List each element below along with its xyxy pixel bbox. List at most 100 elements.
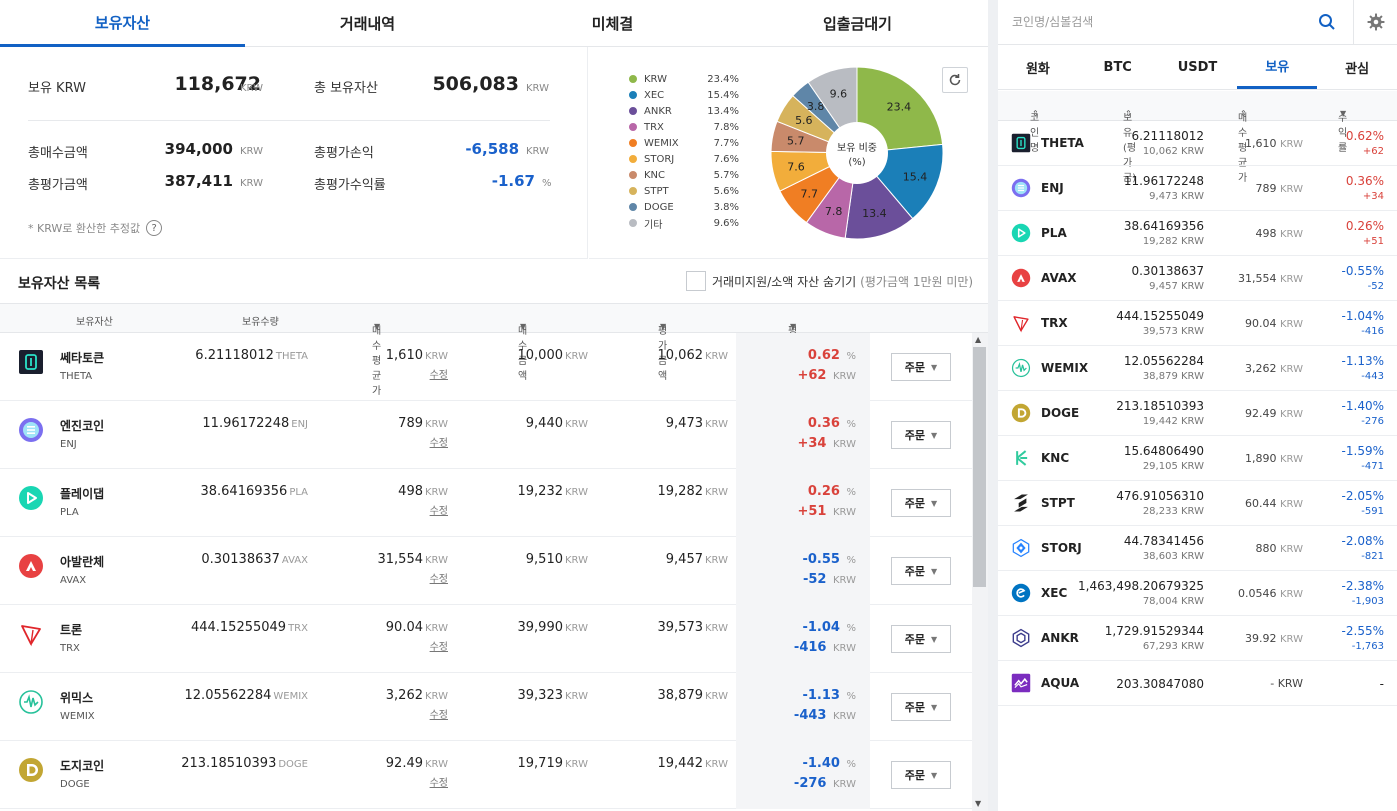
holdings-scrollbar[interactable]: ▲ ▼ (972, 333, 988, 811)
profit-rate: -1.04 % (736, 620, 856, 635)
legend-name: DOGE (644, 201, 674, 213)
coin-return-amount: -276 (1361, 416, 1384, 427)
coin-row[interactable]: STORJ 44.78341456 38,603 KRW 880 KRW -2.08% -… (998, 526, 1397, 571)
holding-row[interactable]: 엔진코인 ENJ 11.96172248 ENJ 789 KRW 수정 9,440 KRW 9,4… (0, 401, 972, 469)
unit-label: KRW (1181, 371, 1204, 382)
coin-row[interactable]: PLA 38.64169356 19,282 KRW 498 KRW 0.26% +51 (998, 211, 1397, 256)
holdings-list-header: 보유자산 목록 거래미지원/소액 자산 숨기기 (평가금액 1만원 미만) (0, 260, 988, 304)
tab-pending[interactable]: 미체결 (490, 0, 735, 46)
coin-row[interactable]: XEC 1,463,498.20679325 78,004 KRW 0.0546 KR… (998, 571, 1397, 616)
holding-pie-chart: 23.415.413.47.87.77.65.75.63.89.6보유 비중(%… (770, 66, 944, 240)
tab-owned[interactable]: 보유 (1237, 45, 1318, 89)
hide-small-assets-option[interactable]: 거래미지원/소액 자산 숨기기 (평가금액 1만원 미만) (686, 271, 973, 291)
edit-avg-link[interactable]: 수정 (400, 638, 448, 653)
unit-label: KRW (705, 691, 728, 702)
unit-label: KRW (425, 419, 448, 430)
coin-row[interactable]: WEMIX 12.05562284 38,879 KRW 3,262 KRW -1.13… (998, 346, 1397, 391)
tab-favorites[interactable]: 관심 (1317, 45, 1397, 89)
profit-rate-value: 0.62 (807, 348, 840, 363)
order-button[interactable]: 주문 ▼ (891, 421, 951, 449)
coin-name[interactable]: 쎄타토큰 (60, 349, 104, 366)
tab-deposit-wait[interactable]: 입출금대기 (735, 0, 980, 46)
coin-name[interactable]: 위믹스 (60, 689, 93, 706)
pl-label: 총평가손익 (314, 146, 374, 161)
profit-rate: 0.26 % (736, 484, 856, 499)
coin-name[interactable]: 아발란체 (60, 553, 104, 570)
coin-eval: 9,473 KRW (1058, 191, 1204, 202)
coin-row[interactable]: ENJ 11.96172248 9,473 KRW 789 KRW 0.36% +34 (998, 166, 1397, 211)
holding-row[interactable]: 아발란체 AVAX 0.30138637 AVAX 31,554 KRW 수정 9,510 KR… (0, 537, 972, 605)
coin-return-amount: -1,763 (1351, 641, 1384, 652)
tab-btc[interactable]: BTC (1078, 45, 1158, 89)
holding-row[interactable]: 쎄타토큰 THETA 6.21118012 THETA 1,610 KRW 수정 10,000… (0, 333, 972, 401)
coin-icon (1011, 268, 1031, 288)
edit-avg-link[interactable]: 수정 (400, 774, 448, 789)
edit-avg-link[interactable]: 수정 (400, 570, 448, 585)
order-button[interactable]: 주문 ▼ (891, 557, 951, 585)
tab-usdt[interactable]: USDT (1158, 45, 1238, 89)
coin-eval-value: 19,282 (1142, 236, 1178, 247)
holding-row[interactable]: 트론 TRX 444.15255049 TRX 90.04 KRW 수정 39,990 KRW 3… (0, 605, 972, 673)
holding-qty-value: 213.18510393 (181, 756, 277, 771)
order-button[interactable]: 주문 ▼ (891, 353, 951, 381)
coin-name[interactable]: 엔진코인 (60, 417, 104, 434)
hide-small-assets-checkbox[interactable] (686, 271, 706, 291)
search-icon[interactable] (1318, 13, 1336, 31)
scroll-up-icon[interactable]: ▲ (975, 335, 981, 344)
coin-search-input[interactable] (998, 0, 1351, 44)
eval-amount: 38,879 KRW (620, 688, 729, 703)
coin-row[interactable]: TRX 444.15255049 39,573 KRW 90.04 KRW -1.04%… (998, 301, 1397, 346)
coin-name[interactable]: 트론 (60, 621, 82, 638)
holding-row[interactable]: 도지코인 DOGE 213.18510393 DOGE 92.49 KRW 수정 19,719… (0, 741, 972, 809)
coin-list-panel: 원화 BTC USDT 보유 관심 코인명⇕ 보유(평가금)⇕ 매수평균가⇕ 수… (998, 0, 1397, 811)
coin-icon (1011, 493, 1031, 513)
coin-name[interactable]: 플레이댑 (60, 485, 104, 502)
holding-qty: 0.30138637 AVAX (150, 552, 308, 567)
enj-coin-icon (1011, 178, 1031, 198)
profit-amount-value: -416 (793, 640, 827, 655)
tab-history[interactable]: 거래내역 (245, 0, 490, 46)
scroll-down-icon[interactable]: ▼ (975, 799, 981, 808)
coin-avg-value: - (1270, 677, 1275, 690)
holding-row[interactable]: 위믹스 WEMIX 12.05562284 WEMIX 3,262 KRW 수정 39,323… (0, 673, 972, 741)
buy-amount: 10,000 KRW (480, 348, 589, 363)
coin-row[interactable]: KNC 15.64806490 29,105 KRW 1,890 KRW -1.59% -… (998, 436, 1397, 481)
scrollbar-thumb[interactable] (973, 347, 986, 587)
theta-coin-icon (19, 350, 43, 374)
buy-amount: 19,719 KRW (480, 756, 589, 771)
trx-coin-icon (1013, 316, 1029, 333)
coin-avg-value: 60.44 (1245, 497, 1277, 510)
coin-name[interactable]: 도지코인 (60, 757, 104, 774)
pl-value: -6,588 (465, 140, 519, 158)
help-icon[interactable]: ? (146, 220, 163, 236)
eval-amount: 10,062 KRW (620, 348, 729, 363)
unit-label: KRW (565, 623, 588, 634)
order-button[interactable]: 주문 ▼ (891, 693, 951, 721)
coin-eval: 38,879 KRW (1058, 371, 1204, 382)
coin-row[interactable]: STPT 476.91056310 28,233 KRW 60.44 KRW -2.05… (998, 481, 1397, 526)
profit-amount: -416 KRW (736, 640, 856, 655)
coin-return-pct: -2.05% (1341, 489, 1384, 503)
coin-row[interactable]: AVAX 0.30138637 9,457 KRW 31,554 KRW -0.55% -… (998, 256, 1397, 301)
order-button[interactable]: 주문 ▼ (891, 489, 951, 517)
tab-holdings[interactable]: 보유자산 (0, 0, 245, 47)
edit-avg-link[interactable]: 수정 (400, 706, 448, 721)
coin-row[interactable]: ANKR 1,729.91529344 67,293 KRW 39.92 KRW -2.… (998, 616, 1397, 661)
edit-avg-link[interactable]: 수정 (400, 434, 448, 449)
coin-row[interactable]: THETA 6.21118012 10,062 KRW 1,610 KRW 0.62% +… (998, 121, 1397, 166)
order-button[interactable]: 주문 ▼ (891, 625, 951, 653)
legend-item: KNC 5.7% (629, 167, 739, 183)
order-button[interactable]: 주문 ▼ (891, 761, 951, 789)
coin-icon (1011, 133, 1031, 153)
edit-avg-link[interactable]: 수정 (400, 502, 448, 517)
settings-button[interactable] (1353, 0, 1397, 44)
edit-avg-link[interactable]: 수정 (400, 366, 448, 381)
refresh-button[interactable] (942, 67, 968, 93)
coin-row[interactable]: DOGE 213.18510393 19,442 KRW 92.49 KRW -1.40… (998, 391, 1397, 436)
tab-krw[interactable]: 원화 (998, 45, 1078, 89)
holding-row[interactable]: 플레이댑 PLA 38.64169356 PLA 498 KRW 수정 19,232 KRW 19… (0, 469, 972, 537)
legend-value: 13.4% (707, 105, 739, 117)
coin-row[interactable]: AQUA 203.30847080- KRW - (998, 661, 1397, 706)
gear-icon (1367, 13, 1384, 31)
profit-amount: -52 KRW (736, 572, 856, 587)
